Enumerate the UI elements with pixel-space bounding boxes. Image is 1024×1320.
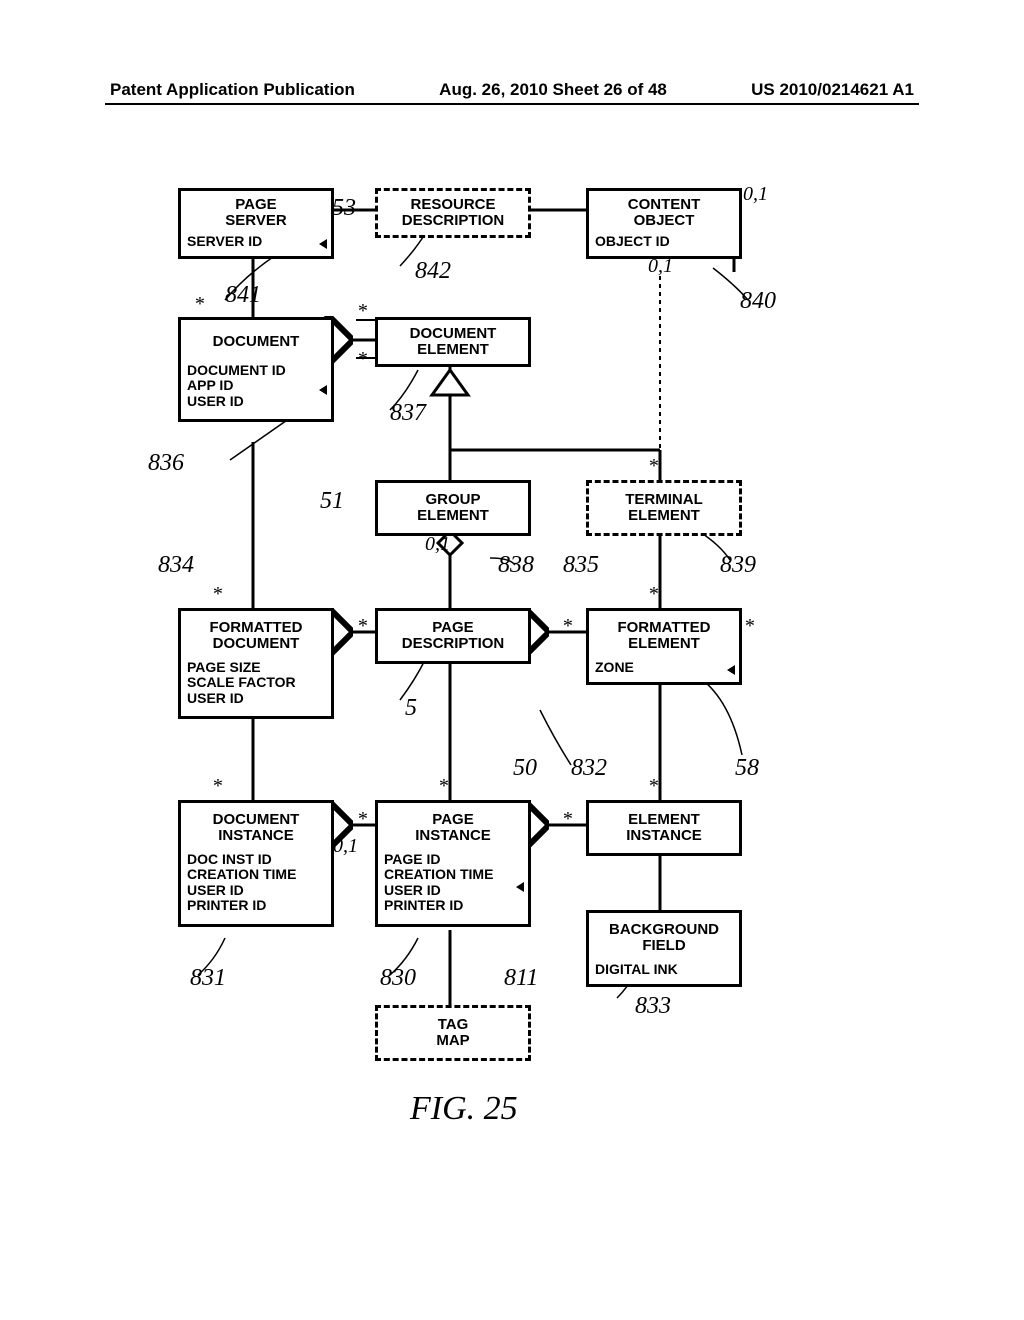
attr-text: PAGE SIZE SCALE FACTOR USER ID bbox=[187, 659, 296, 706]
label: DOCUMENT ELEMENT bbox=[410, 326, 497, 358]
mult-term-star: * bbox=[648, 455, 658, 478]
mult-fd-pd-star: * bbox=[357, 615, 367, 638]
attr-text: DIGITAL INK bbox=[595, 961, 678, 977]
mult-group-01: 0,1 bbox=[425, 533, 450, 556]
label: FORMATTED DOCUMENT bbox=[209, 620, 302, 652]
label: GROUP ELEMENT bbox=[417, 492, 489, 524]
ref-841: 841 bbox=[225, 282, 261, 309]
label: TAG MAP bbox=[436, 1017, 469, 1049]
ref-837: 837 bbox=[390, 400, 426, 427]
label: PAGE SERVER bbox=[225, 197, 286, 229]
attr-text: PAGE ID CREATION TIME USER ID PRINTER ID bbox=[384, 851, 493, 913]
label: BACKGROUND FIELD bbox=[609, 922, 719, 954]
attr-text: DOCUMENT ID APP ID USER ID bbox=[187, 362, 286, 409]
figure-caption: FIG. 25 bbox=[410, 1090, 518, 1128]
label: DOCUMENT INSTANCE bbox=[213, 812, 300, 844]
mult-pi-star: * bbox=[438, 775, 448, 798]
mult-di-pi-01: 0,1 bbox=[333, 835, 358, 858]
ref-830: 830 bbox=[380, 965, 416, 992]
page-header: Patent Application Publication Aug. 26, … bbox=[110, 80, 914, 100]
box-background-field: BACKGROUND FIELD bbox=[586, 910, 742, 966]
header-left: Patent Application Publication bbox=[110, 80, 355, 100]
mult-ps-doc-star: * bbox=[194, 293, 204, 316]
mult-di-star: * bbox=[212, 775, 222, 798]
ref-839: 839 bbox=[720, 552, 756, 579]
ref-840: 840 bbox=[740, 288, 776, 315]
ref-50: 50 bbox=[513, 755, 537, 782]
box-formatted-element: FORMATTED ELEMENT bbox=[586, 608, 742, 664]
label: TERMINAL ELEMENT bbox=[625, 492, 703, 524]
box-resource-description: RESOURCE DESCRIPTION bbox=[375, 188, 531, 238]
mult-pd-fe-star: * bbox=[562, 615, 572, 638]
mult-fd-star: * bbox=[212, 583, 222, 606]
box-group-element: GROUP ELEMENT bbox=[375, 480, 531, 536]
mult-di-pi-star: * bbox=[357, 808, 367, 831]
mult-content-01b: 0,1 bbox=[648, 255, 673, 278]
box-document-instance: DOCUMENT INSTANCE bbox=[178, 800, 334, 856]
label: PAGE INSTANCE bbox=[415, 812, 491, 844]
mult-doc-de-star1: * bbox=[357, 300, 367, 323]
ref-832: 832 bbox=[571, 755, 607, 782]
header-right: US 2010/0214621 A1 bbox=[751, 80, 914, 100]
ref-53: 53 bbox=[332, 195, 356, 222]
ref-835: 835 bbox=[563, 552, 599, 579]
header-rule bbox=[105, 103, 919, 105]
mult-fe-star: * bbox=[648, 583, 658, 606]
ref-834: 834 bbox=[158, 552, 194, 579]
attrs-document: DOCUMENT ID APP ID USER ID bbox=[178, 361, 334, 422]
box-page-server: PAGE SERVER bbox=[178, 188, 334, 238]
label: DOCUMENT bbox=[213, 334, 300, 350]
attr-text: SERVER ID bbox=[187, 233, 262, 249]
box-page-instance: PAGE INSTANCE bbox=[375, 800, 531, 856]
ref-811: 811 bbox=[504, 965, 538, 992]
ref-58: 58 bbox=[735, 755, 759, 782]
attrs-formatted-document: PAGE SIZE SCALE FACTOR USER ID bbox=[178, 658, 334, 719]
box-element-instance: ELEMENT INSTANCE bbox=[586, 800, 742, 856]
label: ELEMENT INSTANCE bbox=[626, 812, 702, 844]
box-page-description: PAGE DESCRIPTION bbox=[375, 608, 531, 664]
label: PAGE DESCRIPTION bbox=[402, 620, 505, 652]
ref-51: 51 bbox=[320, 488, 344, 515]
label: RESOURCE DESCRIPTION bbox=[402, 197, 505, 229]
attrs-document-instance: DOC INST ID CREATION TIME USER ID PRINTE… bbox=[178, 850, 334, 927]
label: FORMATTED ELEMENT bbox=[617, 620, 710, 652]
attrs-background-field: DIGITAL INK bbox=[586, 960, 742, 987]
box-tag-map: TAG MAP bbox=[375, 1005, 531, 1061]
mult-doc-de-star2: * bbox=[357, 348, 367, 371]
ref-836: 836 bbox=[148, 450, 184, 477]
mult-ei-star: * bbox=[648, 775, 658, 798]
box-document: DOCUMENT bbox=[178, 317, 334, 367]
mult-pi-ei-star: * bbox=[562, 808, 572, 831]
attrs-formatted-element: ZONE bbox=[586, 658, 742, 685]
ref-831: 831 bbox=[190, 965, 226, 992]
box-terminal-element: TERMINAL ELEMENT bbox=[586, 480, 742, 536]
page-root: Patent Application Publication Aug. 26, … bbox=[0, 0, 1024, 1320]
mult-fe-right-star: * bbox=[744, 615, 754, 638]
box-document-element: DOCUMENT ELEMENT bbox=[375, 317, 531, 367]
ref-5: 5 bbox=[405, 695, 417, 722]
header-center: Aug. 26, 2010 Sheet 26 of 48 bbox=[439, 80, 667, 100]
ref-842: 842 bbox=[415, 258, 451, 285]
box-content-object: CONTENT OBJECT bbox=[586, 188, 742, 238]
attr-text: OBJECT ID bbox=[595, 233, 670, 249]
label: CONTENT OBJECT bbox=[628, 197, 701, 229]
ref-833: 833 bbox=[635, 993, 671, 1020]
attr-text: ZONE bbox=[595, 659, 634, 675]
mult-content-01: 0,1 bbox=[743, 183, 768, 206]
attr-text: DOC INST ID CREATION TIME USER ID PRINTE… bbox=[187, 851, 296, 913]
attrs-page-server: SERVER ID bbox=[178, 232, 334, 259]
box-formatted-document: FORMATTED DOCUMENT bbox=[178, 608, 334, 664]
ref-838: 838 bbox=[498, 552, 534, 579]
attrs-page-instance: PAGE ID CREATION TIME USER ID PRINTER ID bbox=[375, 850, 531, 927]
